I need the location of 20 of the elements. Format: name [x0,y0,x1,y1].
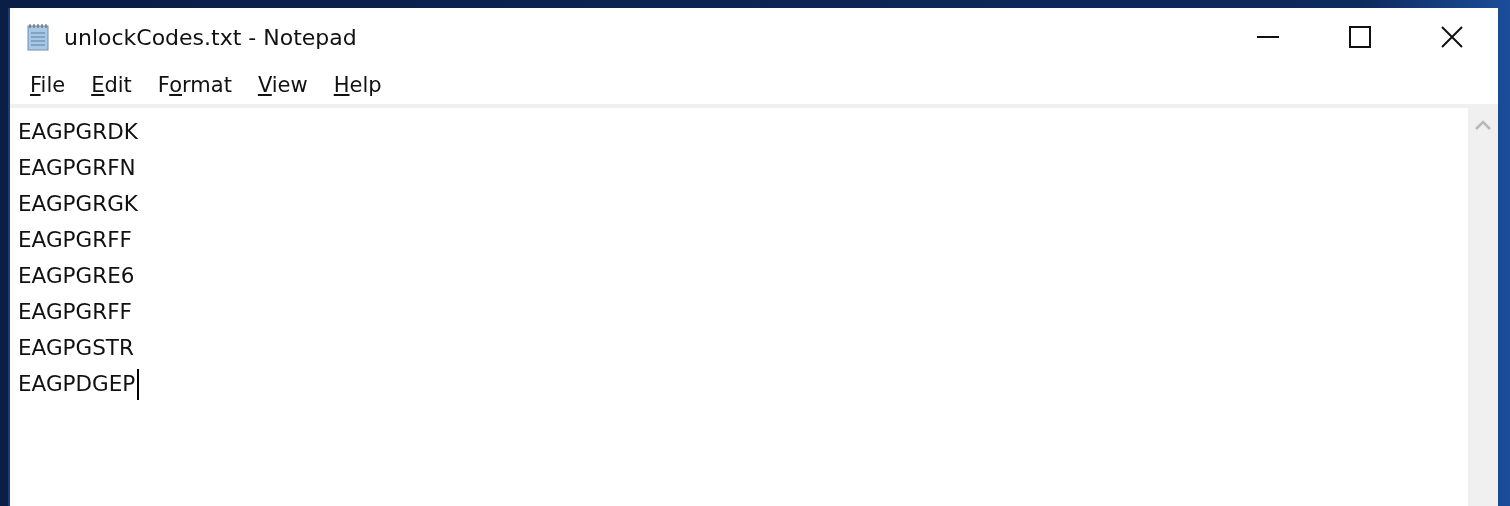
maximize-icon [1349,26,1371,48]
text-line: EAGPGRDK [18,118,138,146]
text-line: EAGPGRFF [18,226,132,254]
scroll-up-icon[interactable] [1475,120,1491,130]
window-title: unlockCodes.txt - Notepad [64,24,358,50]
text-line: EAGPGRGK [18,190,138,218]
menu-item[interactable]: Format [147,71,244,99]
scroll-bar[interactable] [1468,108,1498,506]
text-line: EAGPGRFF [18,298,132,326]
minimize-icon [1257,36,1279,38]
text-editor[interactable]: EAGPGRDK EAGPGRFN EAGPGRGK EAGPGRFF EAGPGRE6 EAGPGRFF EAGPGSTR EAGPDGEP [10,108,1468,506]
menu-item[interactable]: File [20,71,78,99]
text-line: EAGPDGEP [18,370,136,398]
menu-item[interactable]: Help [323,71,394,99]
close-icon [1441,26,1463,48]
menu-item[interactable]: Edit [81,71,144,99]
text-line: EAGPGRE6 [18,262,135,290]
text-line: EAGPGRFN [18,154,136,182]
text-line: EAGPGSTR [18,334,134,362]
menu-item[interactable]: View [247,71,320,99]
